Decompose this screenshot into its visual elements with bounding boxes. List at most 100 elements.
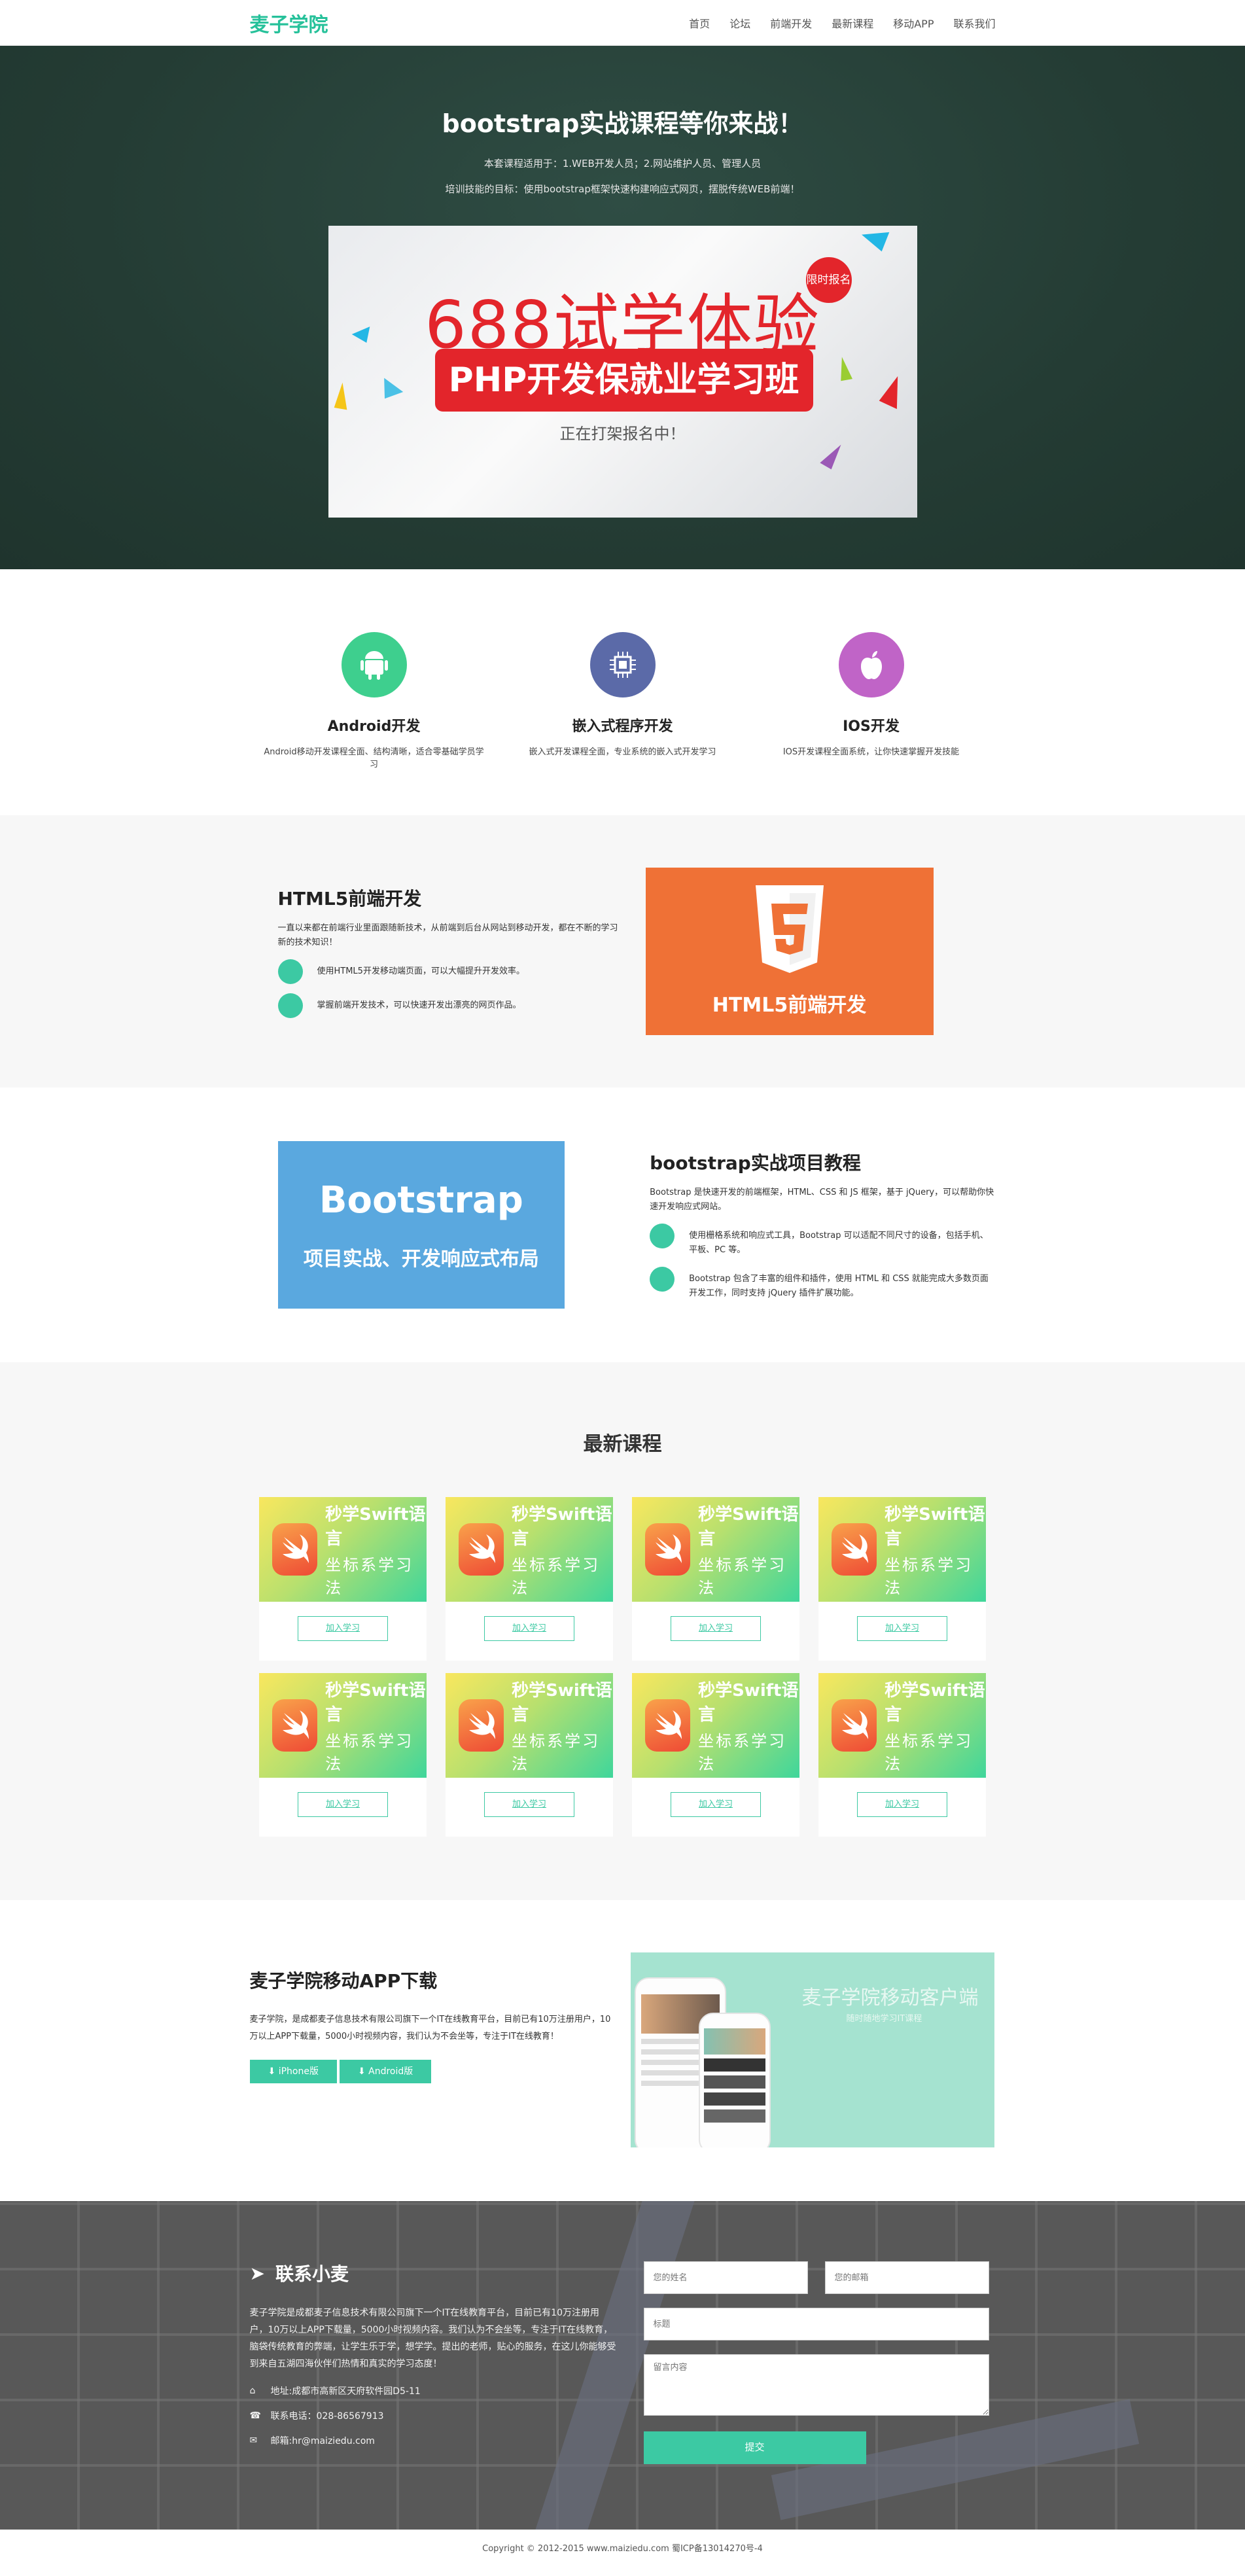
bootstrap-image-title: Bootstrap [319, 1178, 523, 1222]
course-subtitle: 坐标系学习法 [885, 1556, 973, 1597]
course-card[interactable]: 秒学Swift语言 坐标系学习法加入学习 [259, 1673, 427, 1837]
join-course-button[interactable]: 加入学习 [671, 1792, 761, 1817]
feature-embedded[interactable]: 嵌入式程序开发 嵌入式开发课程全面，专业系统的嵌入式开发学习 [512, 632, 734, 769]
course-card[interactable]: 秒学Swift语言 坐标系学习法加入学习 [818, 1673, 986, 1837]
course-thumbnail[interactable]: 秒学Swift语言 坐标系学习法 [632, 1673, 799, 1778]
html5-image: HTML5前端开发 [645, 868, 934, 1035]
phone-mockup [698, 2013, 771, 2147]
course-thumb-text: 秒学Swift语言 坐标系学习法 [885, 1677, 986, 1774]
course-card[interactable]: 秒学Swift语言 坐标系学习法加入学习 [259, 1497, 427, 1661]
course-thumb-text: 秒学Swift语言 坐标系学习法 [325, 1501, 427, 1598]
download-buttons: ⬇ iPhone版 ⬇ Android版 [249, 2060, 616, 2083]
nav-item-forum[interactable]: 论坛 [729, 15, 750, 31]
message-textarea[interactable] [643, 2354, 989, 2416]
course-thumb-text: 秒学Swift语言 坐标系学习法 [512, 1677, 613, 1774]
course-thumbnail[interactable]: 秒学Swift语言 坐标系学习法 [632, 1497, 799, 1602]
course-subtitle: 坐标系学习法 [698, 1732, 787, 1773]
footer: Copyright © 2012-2015 www.maiziedu.com 蜀… [0, 2530, 1245, 2569]
download-icon: ⬇ [268, 2066, 279, 2077]
iphone-download-button[interactable]: ⬇ iPhone版 [249, 2060, 337, 2083]
submit-button[interactable]: 提交 [643, 2431, 866, 2464]
hero-subtitle-goal: 培训技能的目标：使用bootstrap框架快速构建响应式网页，摆脱传统WEB前端… [445, 183, 800, 195]
feature-title: IOS开发 [843, 718, 900, 735]
join-course-button[interactable]: 加入学习 [298, 1616, 388, 1641]
name-input[interactable] [643, 2261, 808, 2294]
course-thumbnail[interactable]: 秒学Swift语言 坐标系学习法 [259, 1673, 427, 1778]
email-text: 邮箱:hr@maiziedu.com [270, 2436, 375, 2446]
nav-item-home[interactable]: 首页 [689, 15, 710, 31]
course-thumb-text: 秒学Swift语言 坐标系学习法 [512, 1501, 613, 1598]
join-course-button[interactable]: 加入学习 [298, 1792, 388, 1817]
bullet-dot-icon [650, 1267, 675, 1292]
course-title: 秒学Swift语言 [325, 1681, 426, 1725]
swift-icon [272, 1523, 318, 1576]
button-label: Android版 [368, 2066, 413, 2077]
course-thumbnail[interactable]: 秒学Swift语言 坐标系学习法 [818, 1673, 986, 1778]
feature-ios[interactable]: IOS开发 IOS开发课程全面系统，让你快速掌握开发技能 [760, 632, 983, 769]
list-item: 掌握前端开发技术，可以快速开发出漂亮的网页作品。 [277, 993, 618, 1018]
swift-icon [459, 1699, 504, 1752]
course-thumbnail[interactable]: 秒学Swift语言 坐标系学习法 [446, 1673, 613, 1778]
phone-screen-banner [703, 2028, 765, 2055]
feature-android[interactable]: Android开发 Android移动开发课程全面、结构清晰，适合零基础学员学习 [263, 632, 485, 769]
subject-input[interactable] [643, 2308, 989, 2340]
course-card[interactable]: 秒学Swift语言 坐标系学习法加入学习 [632, 1497, 799, 1661]
bullet-dot-icon [650, 1224, 675, 1248]
features-section: Android开发 Android移动开发课程全面、结构清晰，适合零基础学员学习… [0, 569, 1245, 815]
feature-desc: Android移动开发课程全面、结构清晰，适合零基础学员学习 [264, 747, 484, 769]
nav-item-app[interactable]: 移动APP [893, 15, 934, 31]
android-icon [341, 632, 407, 697]
address-text: 地址:成都市高新区天府软件园D5-11 [270, 2386, 421, 2397]
course-thumb-text: 秒学Swift语言 坐标系学习法 [325, 1677, 427, 1774]
course-thumbnail[interactable]: 秒学Swift语言 坐标系学习法 [818, 1497, 986, 1602]
bullet-dot-icon [277, 959, 303, 984]
swift-icon [459, 1523, 504, 1576]
contact-form: 提交 [643, 2260, 989, 2464]
nav-item-frontend[interactable]: 前端开发 [770, 15, 812, 31]
course-card[interactable]: 秒学Swift语言 坐标系学习法加入学习 [446, 1673, 613, 1837]
promo-banner[interactable]: 688试学体验 PHP开发保就业学习班 正在打架报名中！ 限时报名 [328, 226, 917, 518]
join-course-button[interactable]: 加入学习 [857, 1616, 947, 1641]
course-thumbnail[interactable]: 秒学Swift语言 坐标系学习法 [446, 1497, 613, 1602]
list-item: 使用栅格系统和响应式工具，Bootstrap 可以适配不同尺寸的设备，包括手机、… [650, 1224, 995, 1258]
swift-icon [645, 1523, 691, 1576]
course-thumb-text: 秒学Swift语言 坐标系学习法 [698, 1501, 799, 1598]
promo-title: 麦子学院移动客户端 [801, 1986, 979, 2009]
contact-address: ⌂ 地址:成都市高新区天府软件园D5-11 [250, 2384, 616, 2397]
contact-info: ➤ 联系小麦 麦子学院是成都麦子信息技术有限公司旗下一个IT在线教育平台，目前已有… [250, 2260, 616, 2464]
course-title: 秒学Swift语言 [885, 1681, 985, 1725]
course-title: 秒学Swift语言 [512, 1505, 612, 1549]
join-course-button[interactable]: 加入学习 [484, 1792, 574, 1817]
bullet-text: 掌握前端开发技术，可以快速开发出漂亮的网页作品。 [317, 1000, 521, 1010]
main-menu: 首页 论坛 前端开发 最新课程 移动APP 联系我们 [689, 15, 995, 31]
course-card[interactable]: 秒学Swift语言 坐标系学习法加入学习 [818, 1497, 986, 1661]
bullet-text: 使用栅格系统和响应式工具，Bootstrap 可以适配不同尺寸的设备，包括手机、… [689, 1231, 989, 1255]
hero-section: bootstrap实战课程等你来战！ 本套课程适用于：1.WEB开发人员；2.网… [0, 46, 1245, 569]
hero-title: bootstrap实战课程等你来战！ [442, 109, 803, 138]
brand-logo[interactable]: 麦子学院 [250, 9, 328, 37]
chip-icon [589, 632, 656, 697]
android-download-button[interactable]: ⬇ Android版 [339, 2060, 432, 2083]
course-card[interactable]: 秒学Swift语言 坐标系学习法加入学习 [632, 1673, 799, 1837]
send-icon: ➤ [249, 2262, 265, 2284]
nav-item-courses[interactable]: 最新课程 [832, 15, 873, 31]
swift-icon [645, 1699, 691, 1752]
course-thumbnail[interactable]: 秒学Swift语言 坐标系学习法 [259, 1497, 427, 1602]
join-course-button[interactable]: 加入学习 [671, 1616, 761, 1641]
button-label: iPhone版 [278, 2066, 319, 2077]
join-course-button[interactable]: 加入学习 [484, 1616, 574, 1641]
nav-item-contact[interactable]: 联系我们 [953, 15, 995, 31]
section-title: bootstrap实战项目教程 [650, 1152, 861, 1174]
download-icon: ⬇ [357, 2066, 369, 2077]
course-card[interactable]: 秒学Swift语言 坐标系学习法加入学习 [446, 1497, 613, 1661]
join-course-button[interactable]: 加入学习 [857, 1792, 947, 1817]
course-subtitle: 坐标系学习法 [325, 1732, 414, 1773]
html5-logo-icon [755, 885, 824, 973]
decor-shard [861, 226, 894, 252]
bullet-dot-icon [277, 993, 303, 1018]
course-thumb-text: 秒学Swift语言 坐标系学习法 [885, 1501, 986, 1598]
decor-shard [334, 381, 351, 410]
email-input[interactable] [824, 2261, 989, 2294]
app-desc: 麦子学院，是成都麦子信息技术有限公司旗下一个IT在线教育平台，目前已有10万注册… [249, 2015, 611, 2041]
swift-icon [832, 1523, 877, 1576]
